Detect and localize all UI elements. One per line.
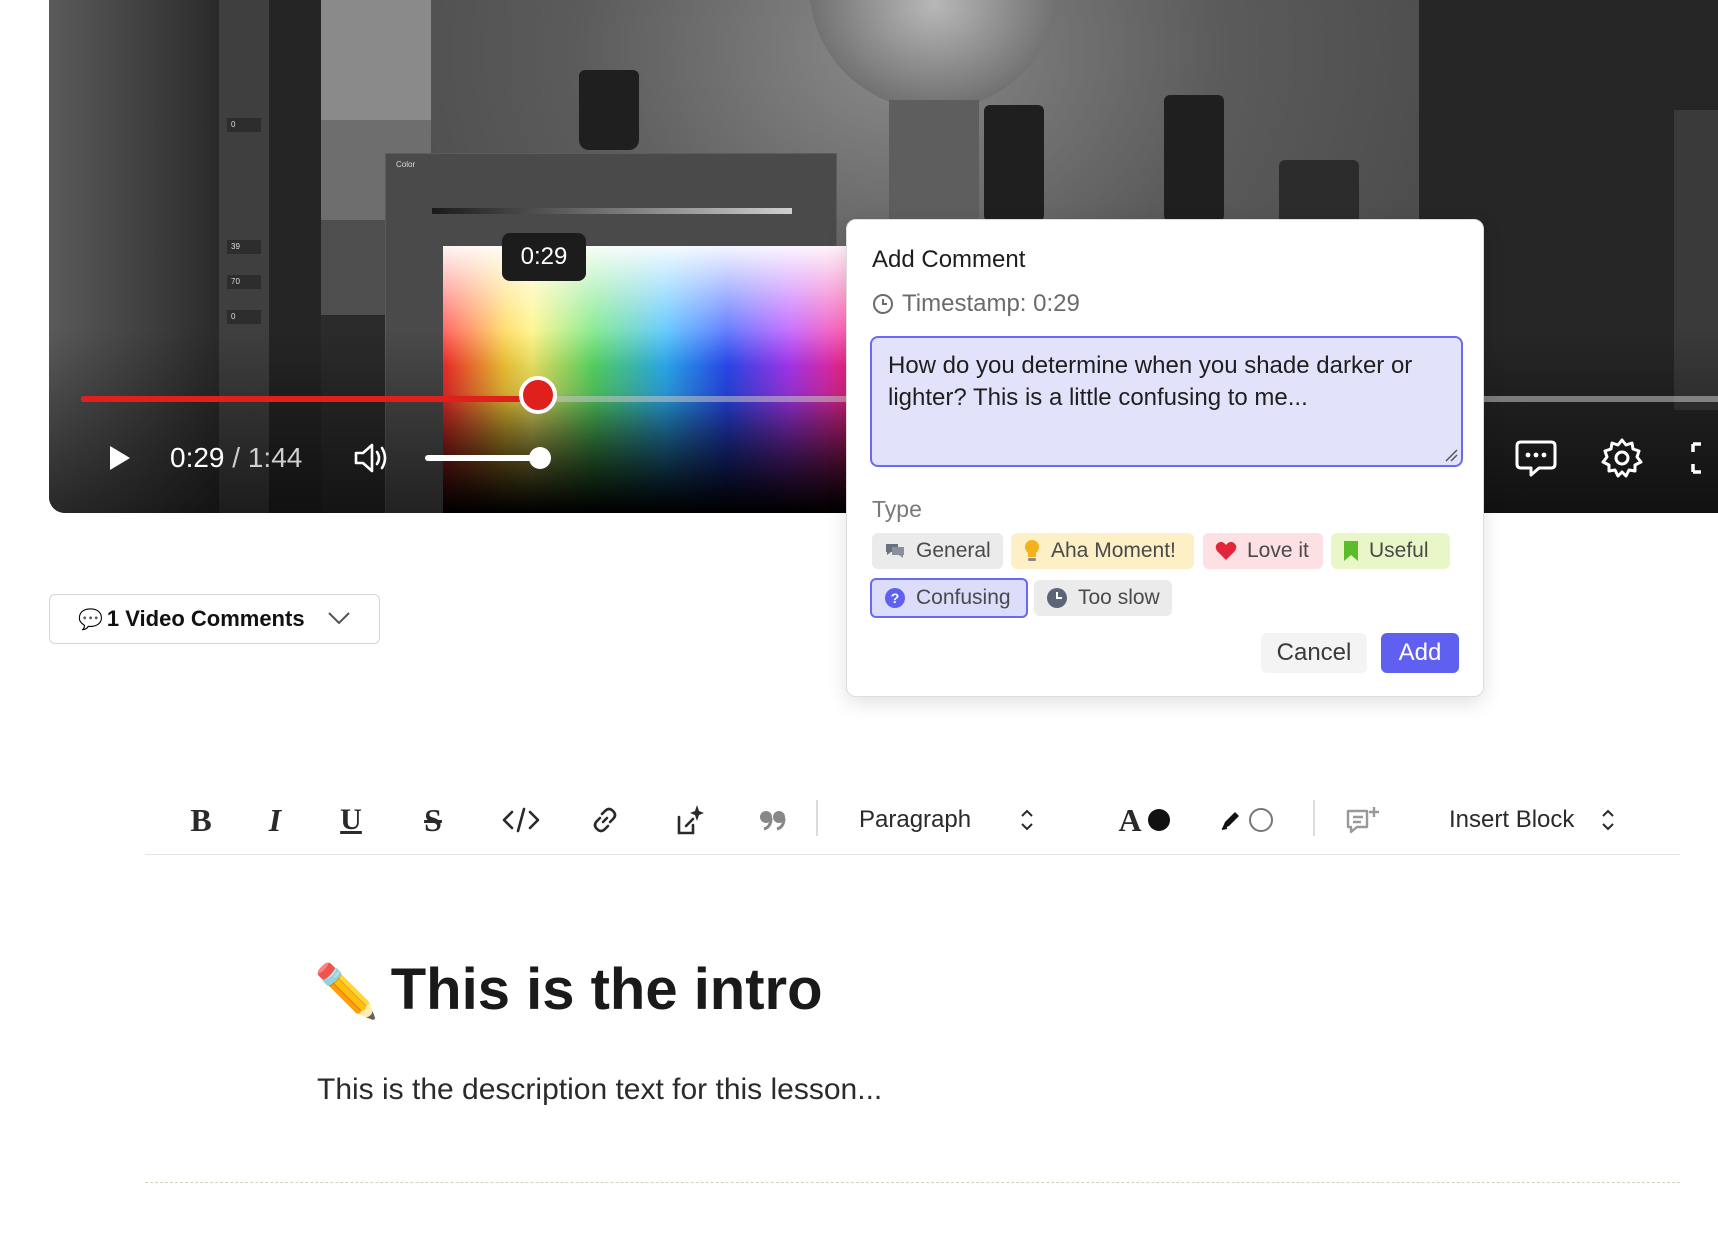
comment-icon (1515, 440, 1557, 477)
sparkle-icon (677, 805, 704, 835)
add-comment-button[interactable] (1341, 798, 1385, 842)
cancel-button[interactable]: Cancel (1261, 633, 1367, 673)
progress-thumb[interactable] (519, 376, 558, 414)
gear-icon (1601, 438, 1643, 478)
quote-icon (760, 811, 786, 831)
video-frame-swatch (321, 0, 431, 120)
fullscreen-icon (1691, 442, 1701, 474)
link-button[interactable] (585, 798, 625, 842)
timestamp-label: Timestamp: 0:29 (902, 290, 1080, 317)
progress-fill (81, 396, 539, 402)
play-button[interactable] (101, 440, 137, 476)
block-divider (145, 1182, 1680, 1183)
insert-block-select[interactable]: Insert Block (1449, 798, 1649, 842)
comment-textarea[interactable]: How do you determine when you shade dark… (870, 336, 1463, 467)
play-icon (110, 446, 130, 470)
clock-icon (1046, 587, 1068, 609)
type-chip-useful[interactable]: Useful (1331, 533, 1450, 569)
duration: 1:44 (247, 442, 303, 473)
question-icon: ? (884, 587, 906, 609)
chip-label: Confusing (916, 586, 1011, 609)
ai-assist-button[interactable] (669, 798, 709, 842)
highlighter-icon (1221, 812, 1239, 830)
video-frame-figure (889, 100, 979, 230)
add-comment-popover: Add Comment Timestamp: 0:29 How do you d… (846, 219, 1484, 697)
svg-text:?: ? (891, 590, 900, 606)
comments-toggle-button[interactable] (1513, 436, 1559, 480)
comment-add-icon (1346, 807, 1379, 834)
text-color-swatch (1147, 809, 1170, 831)
highlight-color-swatch (1249, 808, 1273, 832)
clock-icon (873, 294, 893, 314)
time-display: 0:29 / 1:44 (170, 440, 302, 476)
volume-thumb[interactable] (529, 447, 551, 469)
bookmark-icon (1343, 540, 1359, 562)
video-frame-bottle (1164, 95, 1224, 225)
video-frame-bottle (579, 70, 639, 150)
updown-chevron-icon (1021, 809, 1033, 831)
chip-label: General (916, 539, 991, 562)
chip-label: Love it (1247, 539, 1309, 562)
underline-button[interactable]: U (333, 798, 369, 842)
pencil-icon: ✏️ (314, 963, 379, 1021)
paragraph-style-select[interactable]: Paragraph (859, 798, 1059, 842)
resize-handle-icon[interactable] (1444, 448, 1458, 462)
type-chip-too-slow[interactable]: Too slow (1034, 580, 1172, 616)
insert-block-label: Insert Block (1449, 806, 1575, 833)
updown-chevron-icon (1602, 809, 1615, 831)
speech-bubble-icon: 💬 (78, 608, 103, 631)
italic-button[interactable]: I (257, 798, 293, 842)
add-button[interactable]: Add (1381, 633, 1459, 673)
fullscreen-button[interactable] (1689, 440, 1718, 476)
speech-bubbles-icon (884, 541, 906, 561)
type-label: Type (872, 496, 922, 522)
bold-button[interactable]: B (183, 798, 219, 842)
video-comments-dropdown[interactable]: 💬 1 Video Comments (49, 594, 380, 644)
chip-label: Too slow (1078, 586, 1160, 609)
volume-slider[interactable] (425, 455, 543, 461)
code-button[interactable] (501, 798, 541, 842)
type-chip-confusing[interactable]: ? Confusing (870, 578, 1028, 618)
chevron-down-icon (328, 612, 350, 625)
volume-button[interactable] (351, 438, 391, 478)
timestamp-row: Timestamp: 0:29 (872, 290, 1080, 318)
lesson-title-text: This is the intro (390, 957, 823, 1022)
toolbar-divider (1313, 800, 1315, 836)
lesson-title[interactable]: ✏️ This is the intro (314, 956, 823, 1023)
lesson-description[interactable]: This is the description text for this le… (317, 1073, 882, 1107)
chip-label: Aha Moment! (1051, 539, 1176, 562)
type-chip-aha-moment[interactable]: Aha Moment! (1011, 533, 1194, 569)
link-icon (593, 807, 617, 833)
video-frame-bottle (984, 105, 1044, 225)
quote-button[interactable] (753, 798, 793, 842)
popover-title: Add Comment (872, 246, 1026, 273)
type-chip-love-it[interactable]: Love it (1203, 533, 1323, 569)
settings-button[interactable] (1600, 436, 1644, 480)
highlight-color-button[interactable] (1213, 798, 1279, 842)
time-tooltip: 0:29 (502, 233, 586, 281)
current-time: 0:29 (170, 442, 225, 473)
code-icon (502, 807, 540, 833)
editor-toolbar: B I U S Paragraph A Insert Block (145, 786, 1680, 855)
strikethrough-button[interactable]: S (413, 798, 453, 842)
type-chip-general[interactable]: General (872, 533, 1003, 569)
speaker-icon (354, 443, 387, 473)
text-color-letter: A (1118, 801, 1142, 838)
paragraph-label: Paragraph (859, 806, 972, 833)
lightbulb-icon (1023, 539, 1041, 563)
toolbar-divider (816, 800, 818, 836)
chip-label: Useful (1369, 539, 1429, 562)
heart-icon (1215, 541, 1237, 561)
time-separator: / (224, 442, 248, 473)
video-comments-label: 1 Video Comments (106, 606, 305, 631)
text-color-button[interactable]: A (1109, 798, 1179, 842)
